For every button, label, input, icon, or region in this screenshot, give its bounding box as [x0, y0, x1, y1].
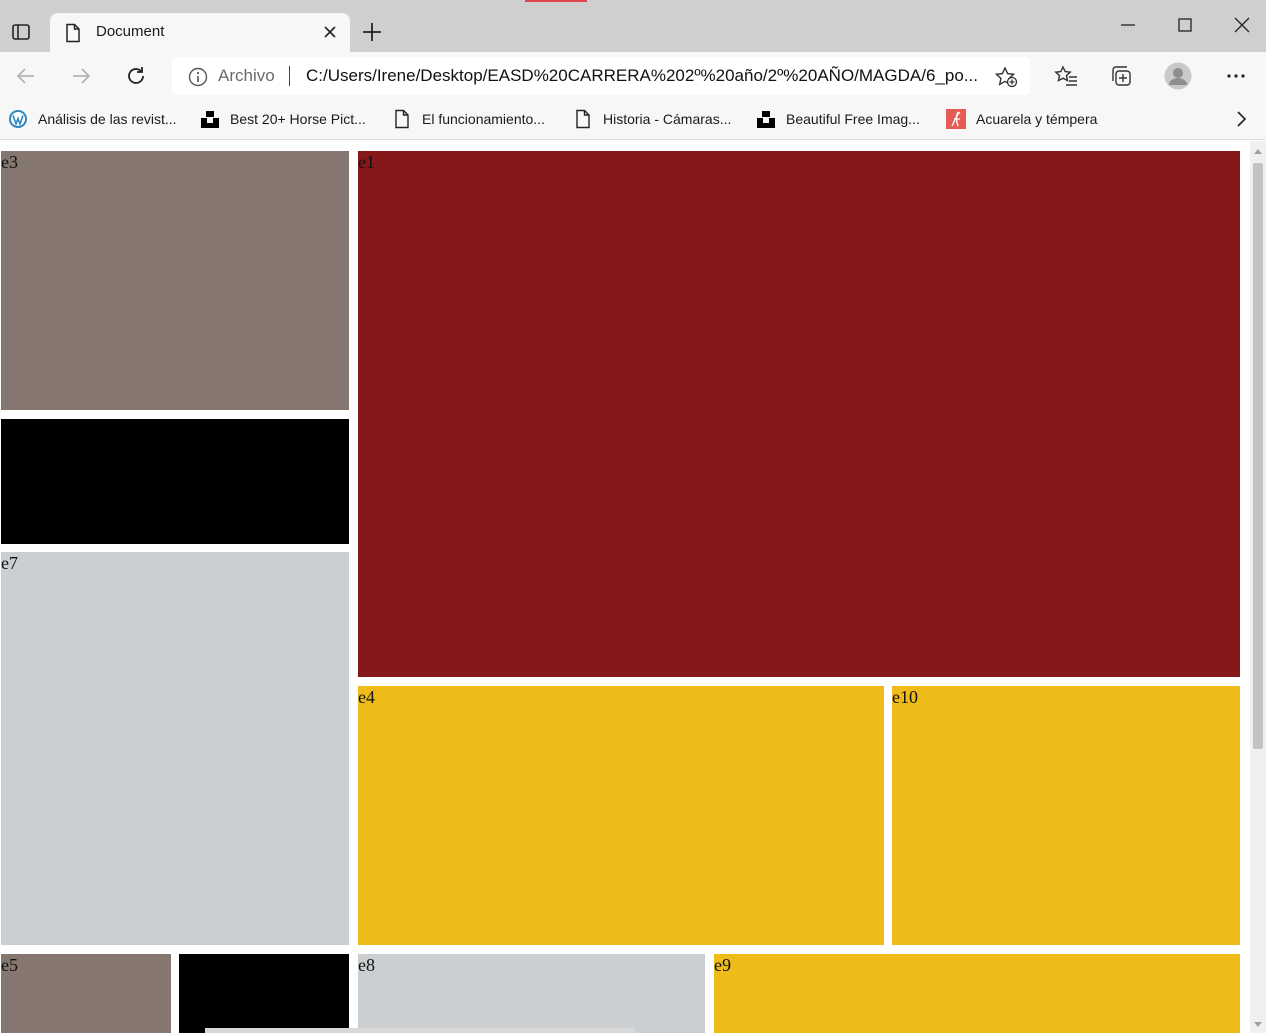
bookmark-label: Beautiful Free Imag...	[786, 111, 920, 127]
scroll-down-arrow-icon[interactable]	[1253, 1021, 1263, 1029]
bookmark-label: Best 20+ Horse Pict...	[230, 111, 366, 127]
close-window-icon[interactable]	[1231, 14, 1253, 36]
address-bar[interactable]: Archivo C:/Users/Irene/Desktop/EASD%20CA…	[172, 57, 1030, 95]
bookmark-item[interactable]: Historia - Cámaras...	[573, 108, 731, 130]
avatar-icon	[1164, 62, 1192, 90]
box-label: e1	[358, 152, 375, 172]
reload-button[interactable]	[122, 62, 150, 90]
url-text[interactable]: C:/Users/Irene/Desktop/EASD%20CARRERA%20…	[306, 66, 978, 86]
settings-menu-button[interactable]	[1222, 62, 1250, 90]
box-label: e10	[892, 687, 918, 707]
unsplash-icon	[756, 109, 776, 129]
box-black-top	[1, 419, 349, 544]
collections-icon	[1112, 66, 1131, 86]
page-icon	[392, 109, 412, 129]
collections-button[interactable]	[1107, 62, 1135, 90]
font-icon	[946, 109, 966, 129]
title-accent	[525, 0, 587, 2]
unsplash-icon	[200, 109, 220, 129]
box-label: e5	[1, 955, 18, 975]
close-tab-icon[interactable]	[322, 24, 338, 40]
reload-icon	[128, 67, 144, 84]
tab-title: Document	[96, 23, 165, 40]
add-favorite-icon[interactable]	[994, 66, 1018, 88]
box-e9: e9	[714, 954, 1240, 1033]
box-e5: e5	[1, 954, 171, 1033]
bookmark-item[interactable]: Análisis de las revist...	[8, 108, 177, 130]
chevron-right-icon[interactable]	[1234, 110, 1248, 128]
more-icon	[1227, 74, 1245, 78]
bookmark-label: Análisis de las revist...	[38, 111, 177, 127]
tab-document[interactable]: Document	[50, 13, 350, 52]
box-label: e3	[1, 152, 18, 172]
arrow-right-icon	[73, 68, 91, 84]
new-tab-icon[interactable]	[360, 20, 384, 44]
box-e7: e7	[1, 552, 349, 945]
scrollbar-thumb[interactable]	[1253, 163, 1263, 749]
box-label: e7	[1, 553, 18, 573]
maximize-icon[interactable]	[1174, 14, 1196, 36]
info-icon[interactable]	[188, 67, 208, 87]
bookmark-item[interactable]: Acuarela y témpera	[946, 108, 1097, 130]
profile-button[interactable]	[1164, 62, 1192, 90]
minimize-icon[interactable]	[1117, 14, 1139, 36]
box-label: e4	[358, 687, 375, 707]
wordpress-icon	[8, 109, 28, 129]
box-label: e8	[358, 955, 375, 975]
horizontal-scrollbar[interactable]	[205, 1028, 635, 1033]
page-icon	[573, 109, 593, 129]
bookmark-item[interactable]: Beautiful Free Imag...	[756, 108, 920, 130]
box-black-bottom	[179, 954, 349, 1033]
title-bar: Document	[0, 0, 1266, 52]
box-e3: e3	[1, 151, 349, 410]
bookmark-item[interactable]: El funcionamiento...	[392, 108, 545, 130]
box-e10: e10	[892, 686, 1240, 945]
bookmark-item[interactable]: Best 20+ Horse Pict...	[200, 108, 366, 130]
page-icon	[66, 23, 80, 43]
box-e4: e4	[358, 686, 884, 945]
bookmark-label: Historia - Cámaras...	[603, 111, 732, 127]
forward-button[interactable]	[67, 62, 95, 90]
box-e8: e8	[358, 954, 705, 1033]
bookmark-label: Acuarela y témpera	[976, 111, 1098, 127]
bookmarks-bar: Análisis de las revist... Best 20+ Horse…	[0, 100, 1266, 140]
tab-actions-icon	[12, 24, 30, 40]
box-label: e9	[714, 955, 731, 975]
bookmark-label: El funcionamiento...	[422, 111, 545, 127]
page-viewport: e3 e7 e1 e4 e10 e5 e8 e9	[0, 141, 1250, 1033]
favorites-list-icon	[1054, 65, 1077, 86]
navigation-toolbar: Archivo C:/Users/Irene/Desktop/EASD%20CA…	[0, 52, 1266, 100]
tab-actions-button[interactable]	[6, 18, 36, 46]
vertical-scrollbar[interactable]	[1250, 141, 1266, 1033]
address-separator	[289, 66, 290, 86]
box-e1: e1	[358, 151, 1240, 677]
favorites-button[interactable]	[1052, 62, 1080, 90]
scheme-label: Archivo	[218, 66, 275, 85]
back-button[interactable]	[12, 62, 40, 90]
arrow-left-icon	[16, 68, 34, 84]
scroll-up-arrow-icon[interactable]	[1253, 147, 1263, 155]
